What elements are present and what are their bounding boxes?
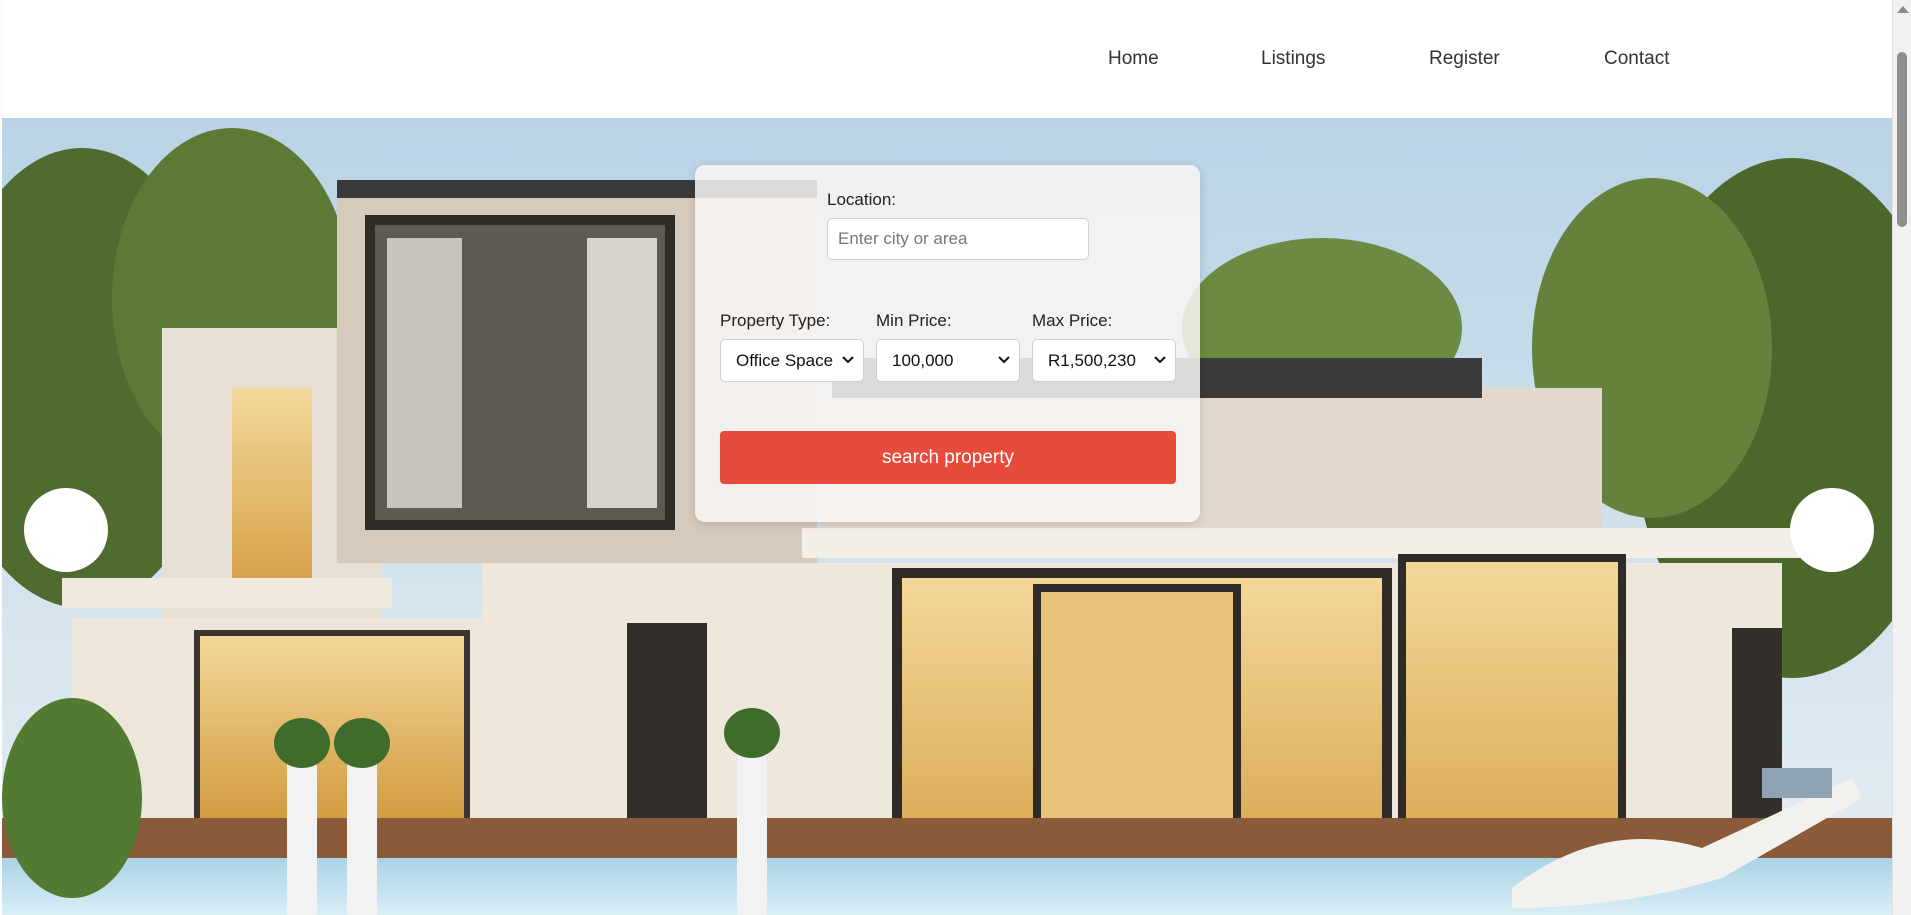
chevron-down-icon [842,356,854,364]
property-type-label: Property Type: [720,311,831,330]
max-price-value: R1,500,230 [1048,351,1136,370]
max-price-label: Max Price: [1032,311,1113,330]
search-property-button[interactable]: search property [720,431,1176,484]
min-price-select[interactable]: 100,000 [876,339,1020,382]
location-input[interactable] [827,218,1089,260]
carousel-prev-button[interactable] [24,488,108,572]
nav-listings-link[interactable]: Listings [1261,48,1325,70]
chevron-down-icon [1154,356,1166,364]
location-label: Location: [827,190,896,209]
nav-contact-link[interactable]: Contact [1604,48,1669,70]
page-scrollbar[interactable] [1892,0,1911,915]
nav-register-link[interactable]: Register [1429,48,1500,70]
property-type-value: Office Space [736,351,834,370]
top-navbar: Home Listings Register Contact [2,0,1892,118]
scrollbar-thumb[interactable] [1897,52,1907,227]
property-type-select[interactable]: Office Space [720,339,864,382]
carousel-next-button[interactable] [1790,488,1874,572]
max-price-select[interactable]: R1,500,230 [1032,339,1176,382]
property-search-card: Location: Property Type: Office Space Mi… [695,165,1200,522]
min-price-value: 100,000 [892,351,954,370]
min-price-label: Min Price: [876,311,952,330]
chevron-down-icon [998,356,1010,364]
scroll-up-arrow-icon[interactable] [1897,6,1909,13]
nav-home-link[interactable]: Home [1108,48,1159,70]
